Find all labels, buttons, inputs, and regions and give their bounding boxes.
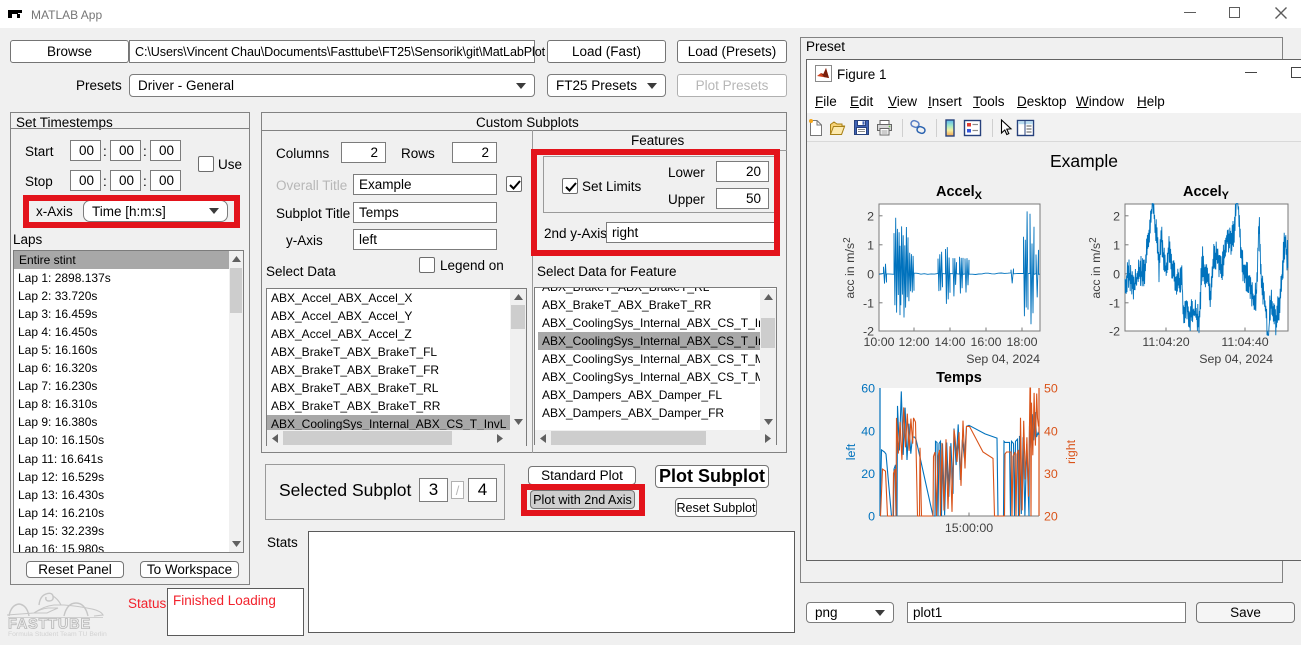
svg-text:50: 50 bbox=[1044, 382, 1058, 396]
svg-text:40: 40 bbox=[861, 424, 875, 438]
svg-text:18:00: 18:00 bbox=[1006, 335, 1037, 349]
svg-text:AccelY: AccelY bbox=[1183, 184, 1230, 202]
svg-text:Sep 04, 2024: Sep 04, 2024 bbox=[1199, 352, 1273, 366]
svg-text:-1: -1 bbox=[863, 296, 874, 310]
svg-text:Formula Student Team TU Berlin: Formula Student Team TU Berlin bbox=[8, 631, 107, 638]
svg-text:0: 0 bbox=[1113, 267, 1120, 281]
svg-text:20: 20 bbox=[1044, 510, 1058, 524]
svg-text:2: 2 bbox=[867, 209, 874, 223]
svg-text:2: 2 bbox=[1113, 209, 1120, 223]
svg-text:12:00: 12:00 bbox=[898, 335, 929, 349]
svg-text:0: 0 bbox=[868, 510, 875, 524]
svg-text:30: 30 bbox=[1044, 467, 1058, 481]
svg-text:acc in m/s2: acc in m/s2 bbox=[1088, 237, 1103, 299]
svg-text:acc in m/s2: acc in m/s2 bbox=[842, 237, 857, 299]
svg-text:11:04:20: 11:04:20 bbox=[1142, 335, 1189, 349]
svg-text:-2: -2 bbox=[1109, 325, 1120, 339]
svg-text:right: right bbox=[1064, 439, 1078, 464]
svg-text:0: 0 bbox=[867, 267, 874, 281]
svg-text:10:00: 10:00 bbox=[863, 335, 894, 349]
svg-text:40: 40 bbox=[1044, 424, 1058, 438]
svg-text:Example: Example bbox=[1050, 151, 1118, 171]
svg-text:14:00: 14:00 bbox=[934, 335, 965, 349]
svg-text:Sep 04, 2024: Sep 04, 2024 bbox=[966, 352, 1040, 366]
svg-text:1: 1 bbox=[1113, 238, 1120, 252]
svg-text:AccelX: AccelX bbox=[936, 184, 983, 202]
svg-text:60: 60 bbox=[861, 382, 875, 396]
svg-text:left: left bbox=[844, 443, 858, 460]
svg-text:11:04:40: 11:04:40 bbox=[1221, 335, 1268, 349]
svg-text:20: 20 bbox=[861, 467, 875, 481]
svg-text:15:00:00: 15:00:00 bbox=[945, 521, 993, 535]
svg-text:16:00: 16:00 bbox=[970, 335, 1001, 349]
svg-text:Temps: Temps bbox=[936, 370, 982, 386]
svg-text:1: 1 bbox=[867, 238, 874, 252]
svg-text:-1: -1 bbox=[1109, 296, 1120, 310]
